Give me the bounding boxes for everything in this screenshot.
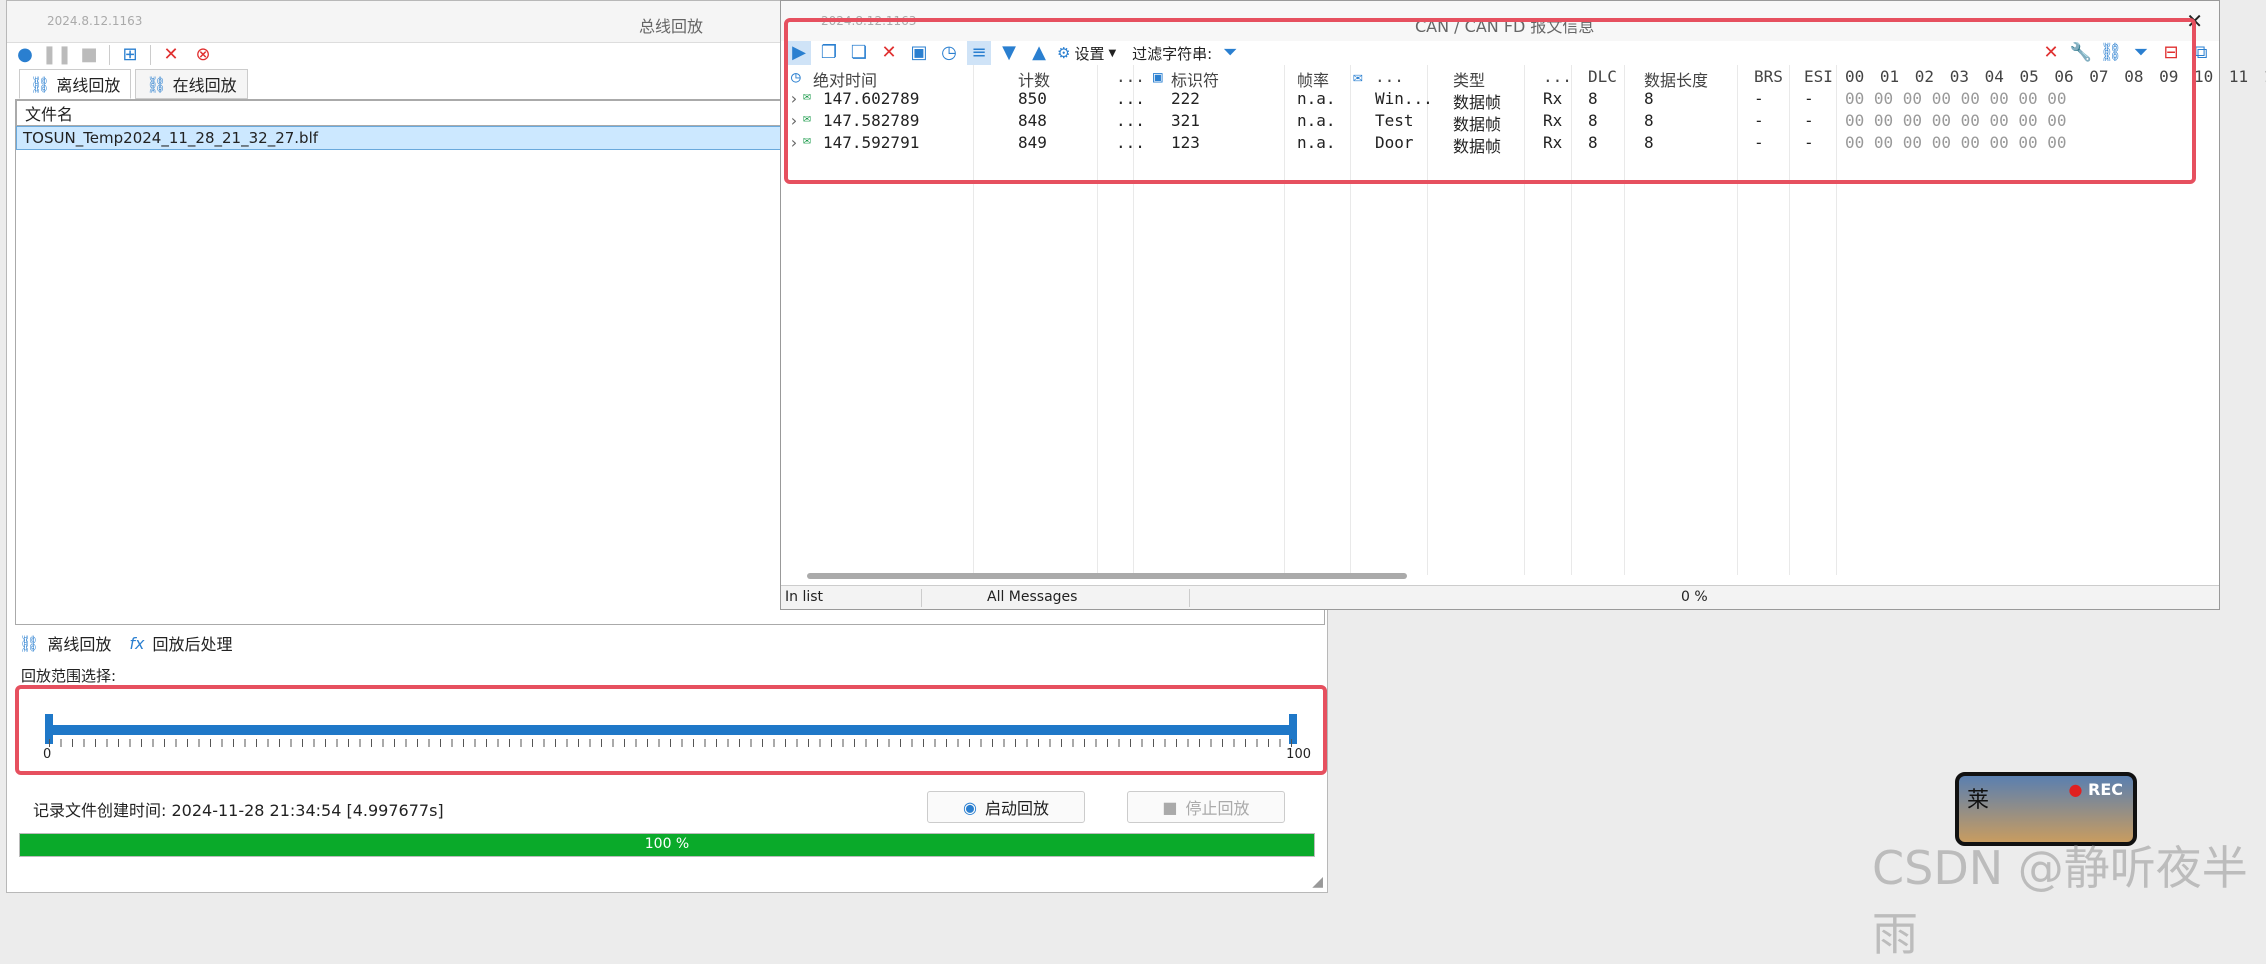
- tab-online-replay[interactable]: ⛓ 在线回放: [135, 69, 248, 99]
- horizontal-scrollbar[interactable]: [807, 573, 1407, 579]
- tab-offline-replay[interactable]: ⛓ 离线回放: [19, 69, 132, 99]
- window-title: 总线回放: [639, 17, 704, 36]
- badge-glyph: 莱: [1967, 788, 1990, 813]
- button-label: 启动回放: [984, 799, 1049, 818]
- button-label: 停止回放: [1185, 799, 1250, 818]
- stop-replay-button[interactable]: ■ 停止回放: [1127, 791, 1285, 823]
- start-replay-button[interactable]: ◉ 启动回放: [927, 791, 1085, 823]
- progress-text: 100 %: [644, 836, 690, 852]
- range-highlight-box: 0 100: [15, 685, 1327, 775]
- tab-offline-replay-bottom[interactable]: ⛓ 离线回放: [19, 631, 111, 655]
- range-label: 回放范围选择:: [21, 667, 117, 685]
- tab-label: 回放后处理: [152, 635, 233, 654]
- tab-label: 离线回放: [56, 76, 121, 95]
- watermark: CSDN @静听夜半雨: [1872, 841, 2248, 961]
- toolbar-divider: [150, 45, 151, 65]
- range-slider-track[interactable]: [49, 725, 1293, 735]
- range-ticks: [49, 739, 1293, 747]
- stop-square-icon: ■: [1162, 797, 1178, 817]
- created-time: 记录文件创建时间: 2024-11-28 21:34:54 [4.997677s…: [33, 801, 444, 820]
- status-messages: All Messages: [987, 589, 1078, 605]
- link-icon: ⛓: [146, 74, 167, 94]
- add-file-icon[interactable]: ⊞: [118, 43, 142, 67]
- tab-post-processing[interactable]: fx 回放后处理: [129, 631, 232, 655]
- status-in-list: In list: [785, 589, 824, 605]
- rec-text: REC: [2088, 780, 2123, 799]
- link-icon: ⛓: [19, 633, 40, 653]
- tab-label: 离线回放: [47, 635, 112, 654]
- version-label: 2024.8.12.1163: [47, 14, 143, 28]
- status-percent: 0 %: [1681, 589, 1708, 605]
- replay-progress-bar: 100 %: [19, 833, 1315, 857]
- file-name: TOSUN_Temp2024_11_28_21_32_27.blf: [23, 129, 319, 147]
- range-min-label: 0: [43, 747, 52, 762]
- toolbar-divider: [109, 45, 110, 65]
- bottom-tabs: ⛓ 离线回放 fx 回放后处理: [19, 631, 232, 655]
- replay-toolbar: ● ❚❚ ■ ⊞ ✕ ⊗: [13, 41, 215, 69]
- tab-label: 在线回放: [172, 76, 237, 95]
- column-label: 文件名: [25, 105, 74, 124]
- play-circle-icon: ◉: [963, 797, 977, 817]
- play-icon[interactable]: ●: [13, 43, 37, 67]
- clear-all-icon[interactable]: ⊗: [191, 43, 215, 67]
- resize-grip-icon[interactable]: ◢: [1312, 874, 1323, 890]
- function-icon: fx: [129, 633, 145, 653]
- status-bar: In list All Messages 0 %: [781, 585, 2219, 609]
- replay-mode-tabs: ⛓ 离线回放 ⛓ 在线回放: [19, 69, 248, 99]
- message-highlight-box: [784, 18, 2196, 184]
- stop-icon[interactable]: ■: [77, 43, 101, 67]
- pause-icon[interactable]: ❚❚: [42, 43, 72, 67]
- delete-icon[interactable]: ✕: [159, 43, 183, 67]
- rec-label: ● REC: [2068, 780, 2123, 799]
- range-max-label: 100: [1286, 747, 1311, 762]
- record-dot-icon: ●: [2068, 780, 2083, 799]
- link-icon: ⛓: [30, 74, 51, 94]
